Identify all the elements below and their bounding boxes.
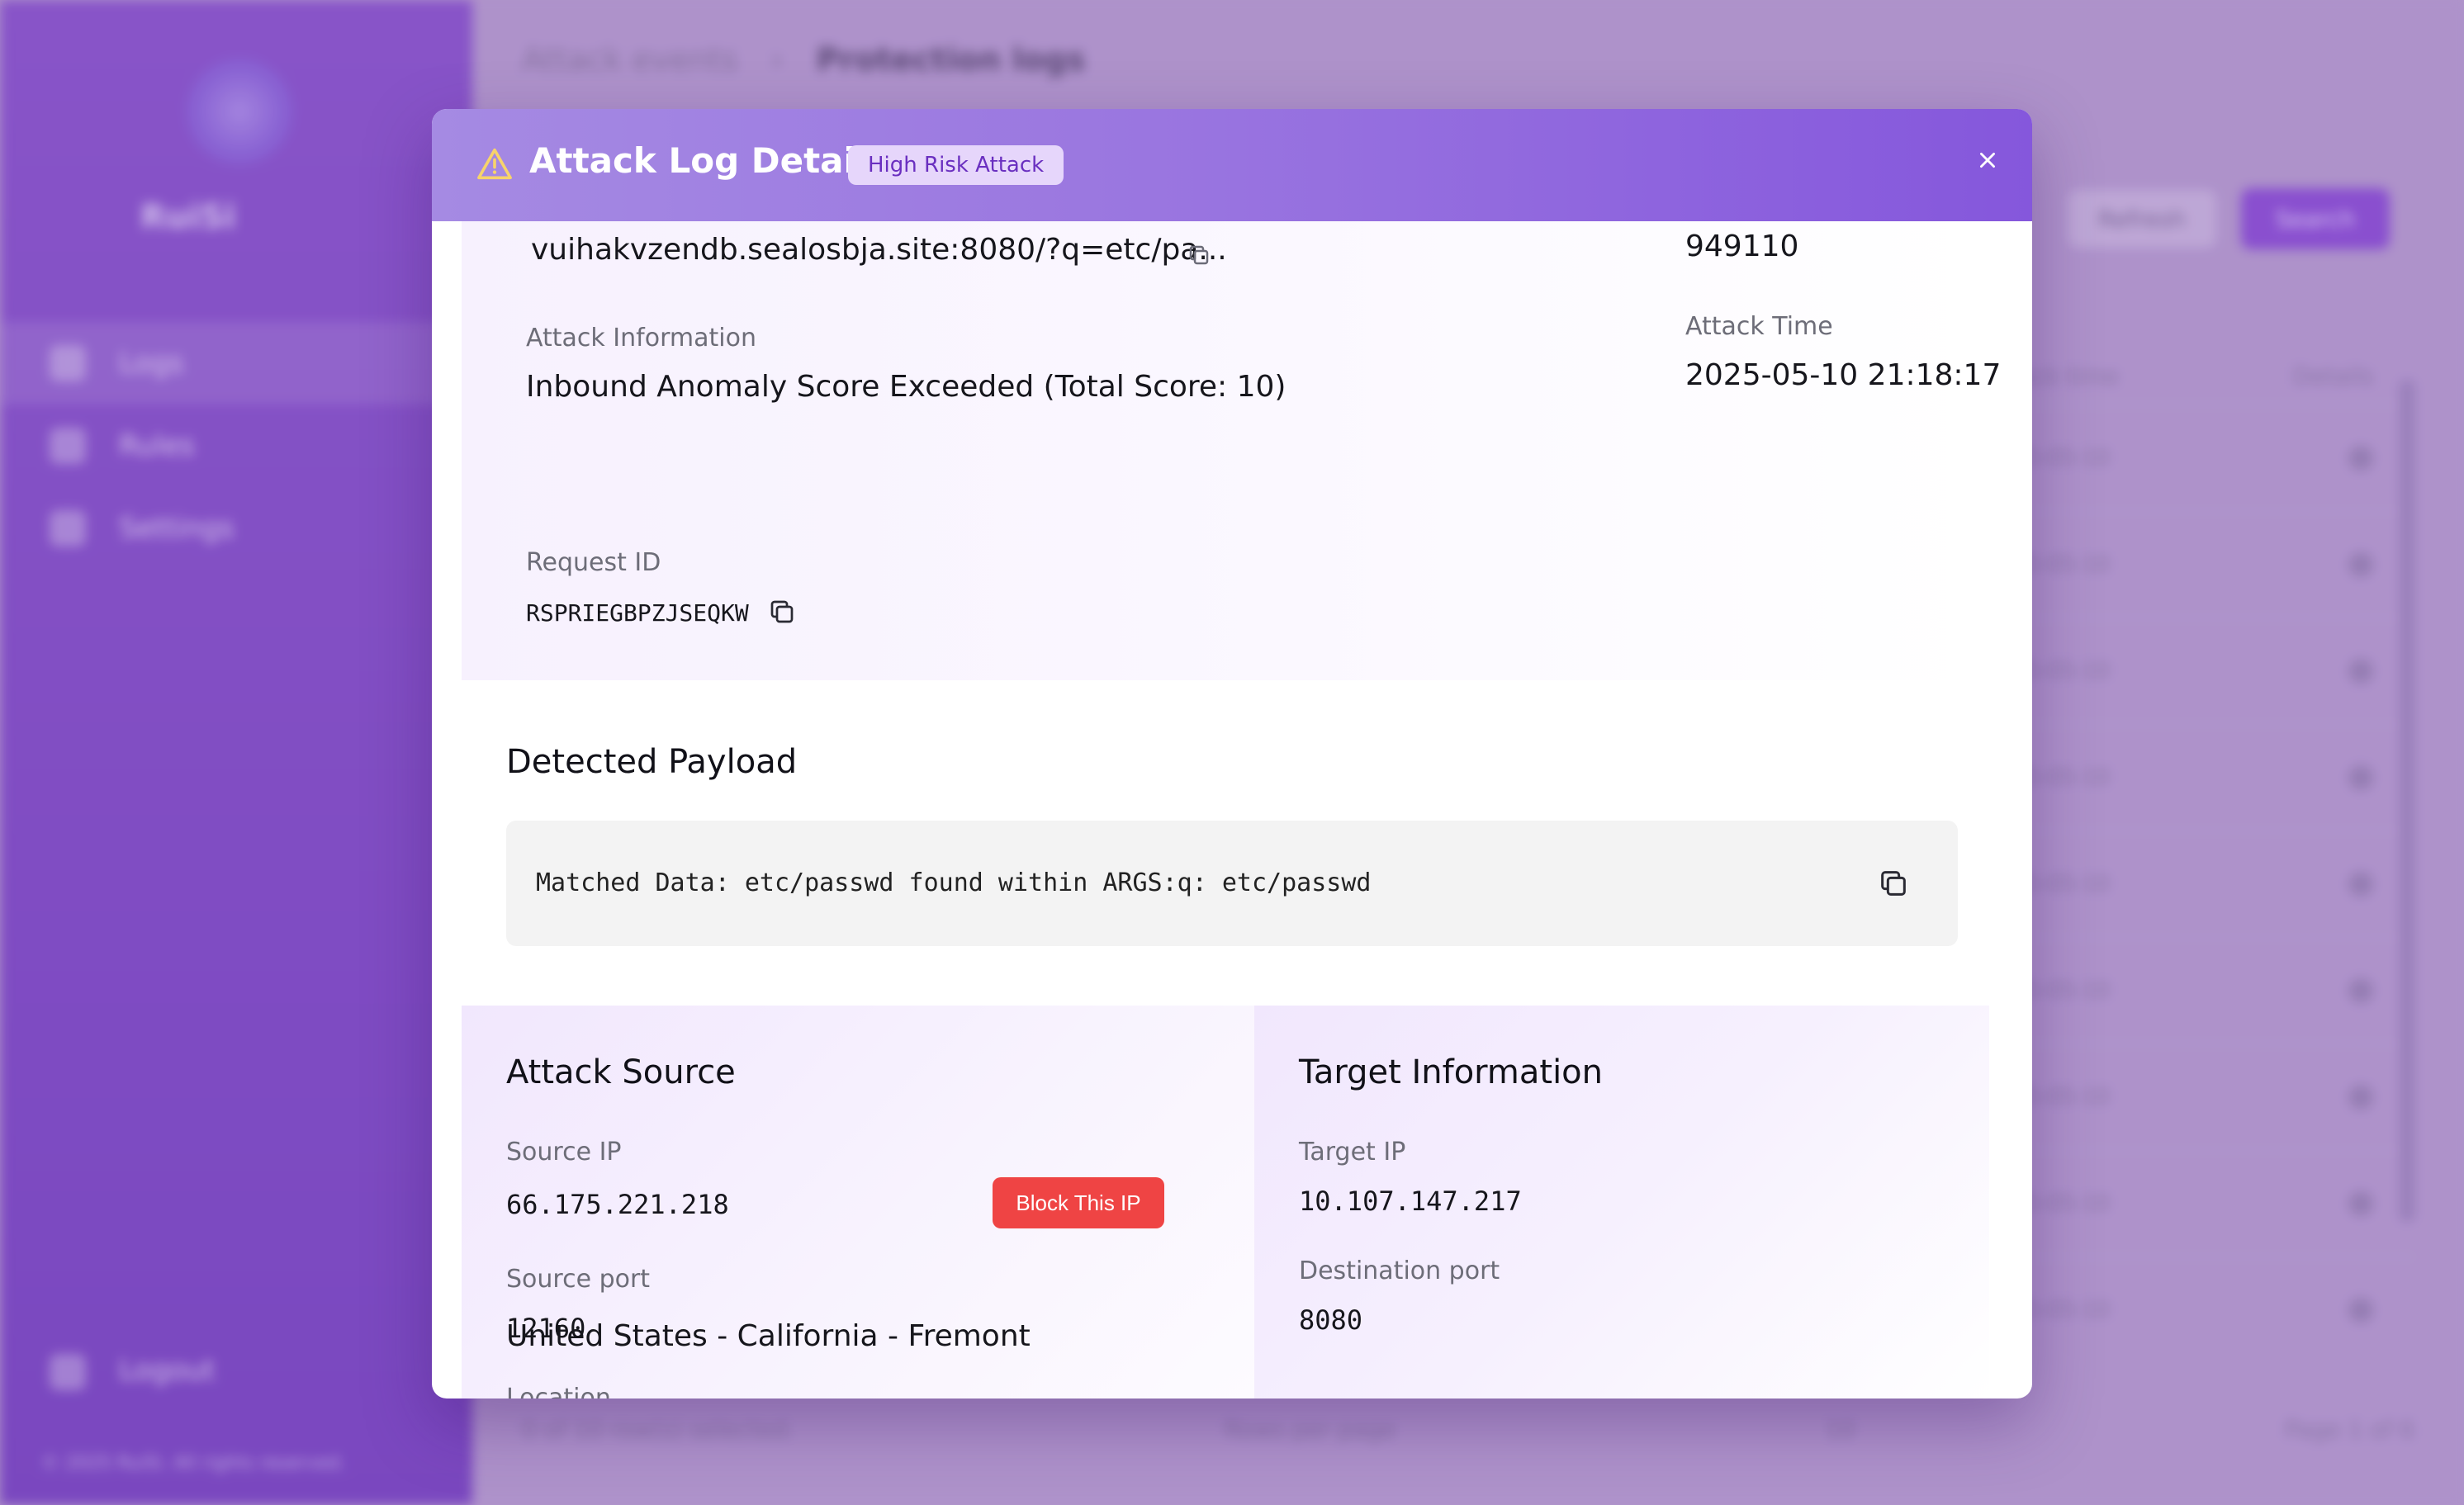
modal-header: Attack Log Details High Risk Attack: [432, 109, 2032, 221]
attack-time-value: 2025-05-10 21:18:17: [1685, 358, 2002, 392]
request-id-label: Request ID: [526, 548, 661, 577]
payload-text: Matched Data: etc/passwd found within AR…: [536, 868, 1372, 897]
attack-info-card: vuihakvzendb.sealosbja.site:8080/?q=etc/…: [462, 221, 2001, 680]
close-icon: [1980, 153, 1995, 168]
modal-title: Attack Log Details: [529, 140, 888, 181]
destination-port-label: Destination port: [1299, 1257, 1500, 1285]
target-info-card: Target Information Target IP 10.107.147.…: [1254, 1006, 1989, 1399]
attack-info-label: Attack Information: [526, 324, 756, 353]
close-button[interactable]: [1969, 142, 2006, 178]
location-value: United States - California - Fremont: [506, 1319, 1031, 1353]
location-label: Location: [506, 1384, 611, 1399]
block-ip-button[interactable]: Block This IP: [993, 1177, 1164, 1228]
attack-info-value: Inbound Anomaly Score Exceeded (Total Sc…: [526, 370, 1286, 404]
attack-log-details-modal: Attack Log Details High Risk Attack vuih…: [432, 109, 2032, 1399]
source-ip-label: Source IP: [506, 1138, 622, 1167]
warning-triangle-icon: [477, 148, 512, 180]
copy-icon[interactable]: [767, 597, 797, 627]
copy-icon[interactable]: [1877, 867, 1910, 900]
attack-source-title: Attack Source: [506, 1053, 736, 1091]
source-ip-value: 66.175.221.218: [506, 1189, 729, 1220]
target-info-title: Target Information: [1299, 1053, 1604, 1091]
copy-icon[interactable]: [1187, 243, 1211, 267]
request-url: vuihakvzendb.sealosbja.site:8080/?q=etc/…: [531, 233, 1227, 267]
modal-body[interactable]: vuihakvzendb.sealosbja.site:8080/?q=etc/…: [432, 221, 2032, 1399]
destination-port-value: 8080: [1299, 1304, 1363, 1336]
target-ip-label: Target IP: [1299, 1138, 1406, 1167]
target-ip-value: 10.107.147.217: [1299, 1186, 1522, 1217]
payload-box: Matched Data: etc/passwd found within AR…: [506, 821, 1958, 946]
attack-time-label: Attack Time: [1685, 312, 1833, 341]
payload-title: Detected Payload: [506, 743, 798, 781]
source-port-label: Source port: [506, 1265, 651, 1294]
rule-id-value: 949110: [1685, 230, 1799, 263]
risk-badge: High Risk Attack: [848, 145, 1064, 185]
request-id-value: RSPRIEGBPZJSEQKW: [526, 599, 749, 627]
